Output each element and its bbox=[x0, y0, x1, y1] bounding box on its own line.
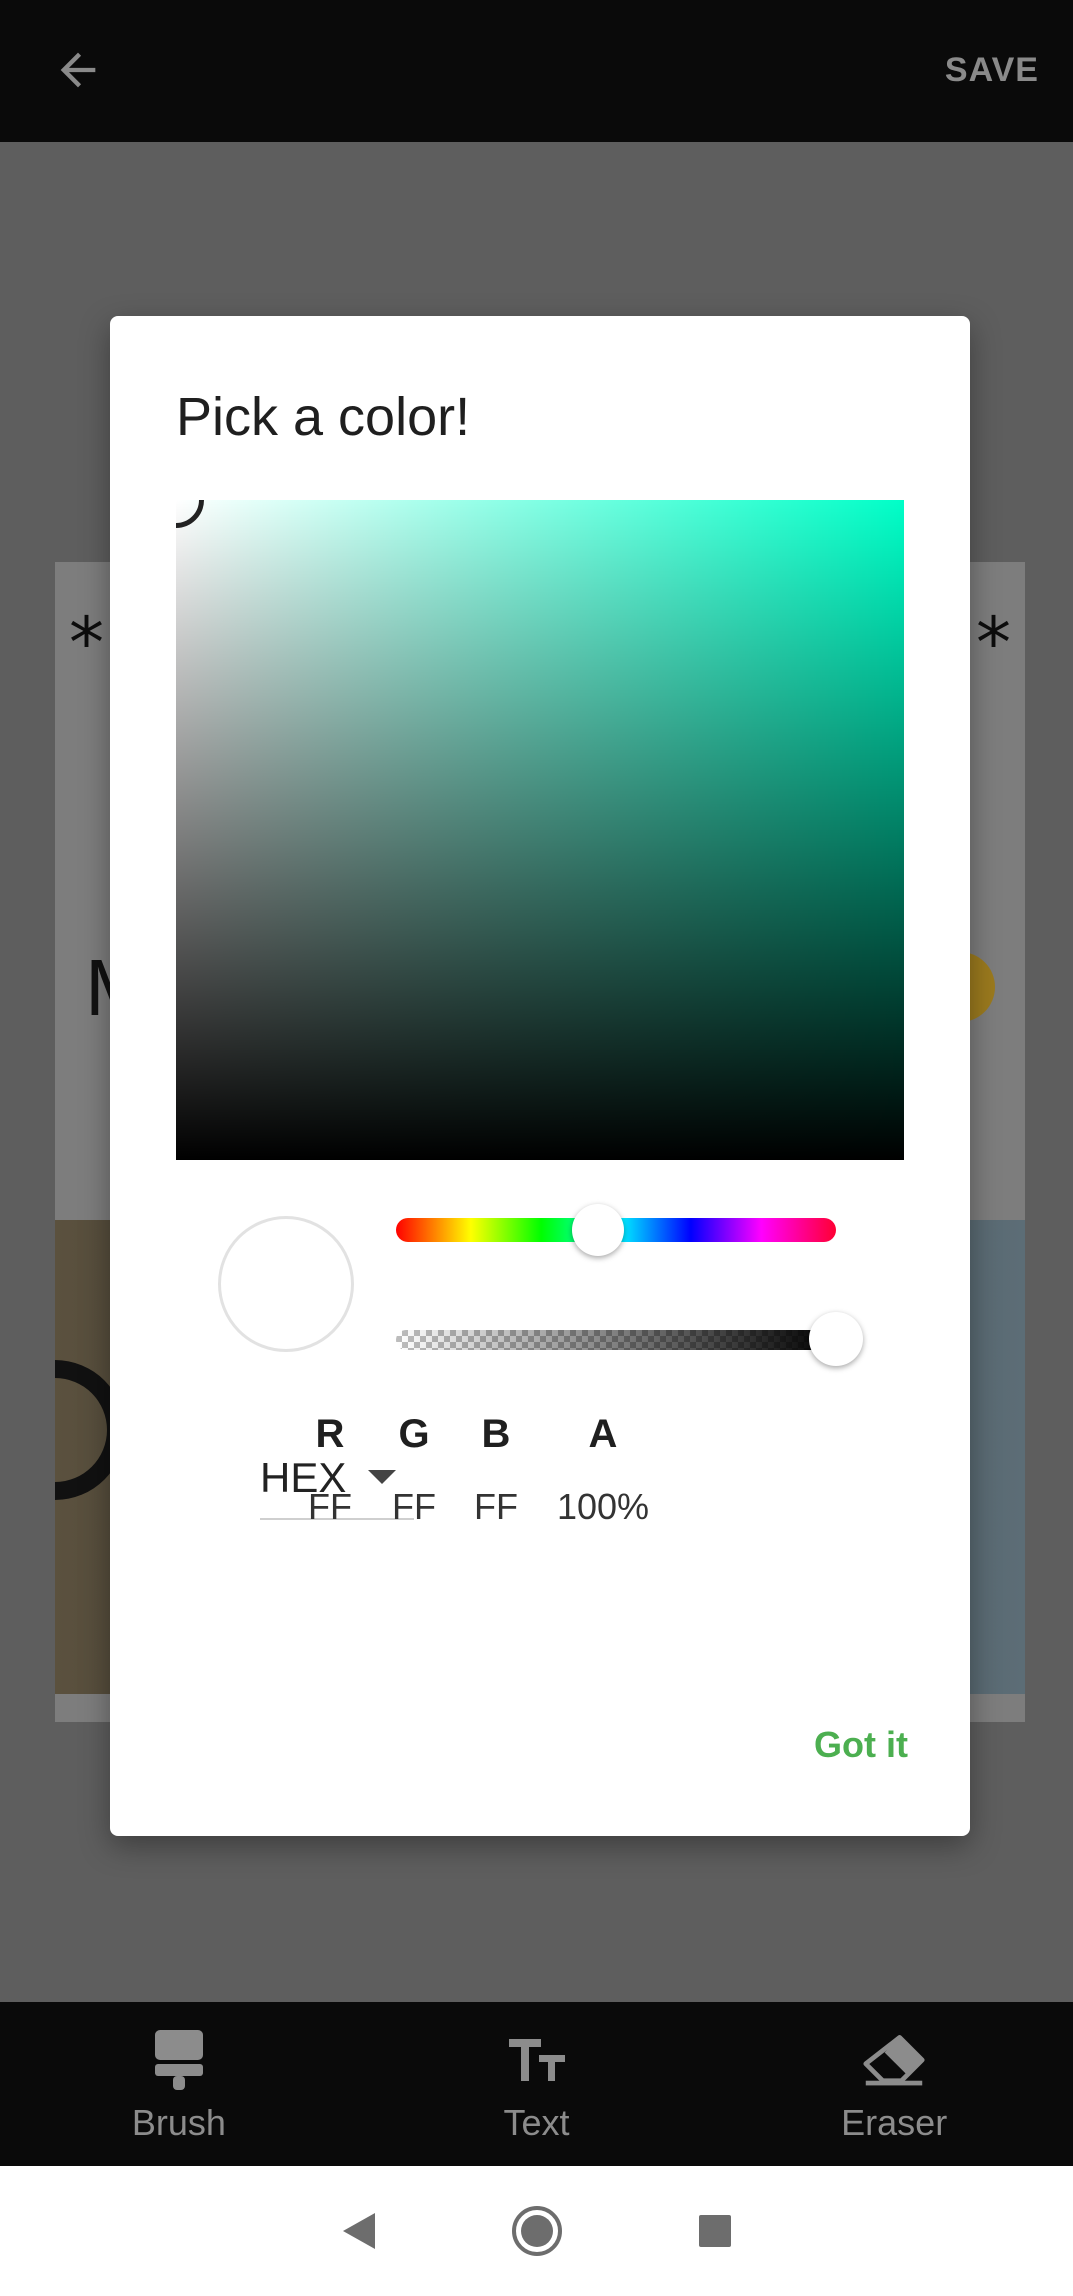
channel-b: B FF bbox=[446, 1412, 546, 1528]
nav-back-button[interactable] bbox=[329, 2201, 389, 2261]
back-button[interactable] bbox=[44, 36, 112, 104]
system-navigation-bar bbox=[0, 2166, 1073, 2296]
nav-recents-button[interactable] bbox=[685, 2201, 745, 2261]
top-app-bar: SAVE bbox=[0, 0, 1073, 142]
color-preview-swatch bbox=[218, 1216, 354, 1352]
tool-label: Eraser bbox=[841, 2102, 948, 2143]
eraser-icon bbox=[862, 2028, 926, 2092]
arrow-left-icon bbox=[60, 52, 96, 88]
save-button[interactable]: SAVE bbox=[945, 40, 1039, 100]
sv-value-layer bbox=[176, 500, 904, 1160]
dialog-title: Pick a color! bbox=[176, 387, 471, 447]
star-left: * bbox=[69, 602, 104, 684]
text-icon bbox=[505, 2028, 569, 2092]
channel-name: B bbox=[481, 1412, 511, 1456]
channel-a: A 100% bbox=[538, 1412, 668, 1528]
channel-value[interactable]: FF bbox=[446, 1486, 546, 1528]
back-triangle-icon bbox=[342, 2213, 375, 2249]
tool-eraser[interactable]: Eraser bbox=[715, 2002, 1073, 2166]
saturation-value-picker[interactable] bbox=[176, 500, 904, 1160]
hue-slider-thumb[interactable] bbox=[572, 1204, 625, 1256]
tool-label: Brush bbox=[131, 2102, 226, 2143]
channel-name: A bbox=[588, 1412, 618, 1456]
brush-icon bbox=[147, 2028, 211, 2092]
alpha-slider[interactable] bbox=[396, 1330, 836, 1350]
nav-home-button[interactable] bbox=[507, 2201, 567, 2261]
tool-text[interactable]: Text bbox=[358, 2002, 716, 2166]
bottom-toolbar: Brush Text Eraser bbox=[0, 2002, 1073, 2166]
got-it-button[interactable]: Got it bbox=[814, 1724, 908, 1766]
tool-brush[interactable]: Brush bbox=[0, 2002, 358, 2166]
channel-value[interactable]: 100% bbox=[538, 1486, 668, 1528]
color-picker-dialog: Pick a color! HEX R FF G FF B FF A 100% … bbox=[110, 316, 970, 1836]
home-circle-icon bbox=[511, 2206, 562, 2256]
recents-square-icon bbox=[698, 2215, 731, 2247]
star-right: * bbox=[976, 602, 1011, 684]
tool-label: Text bbox=[503, 2102, 570, 2143]
alpha-slider-thumb[interactable] bbox=[809, 1312, 863, 1366]
